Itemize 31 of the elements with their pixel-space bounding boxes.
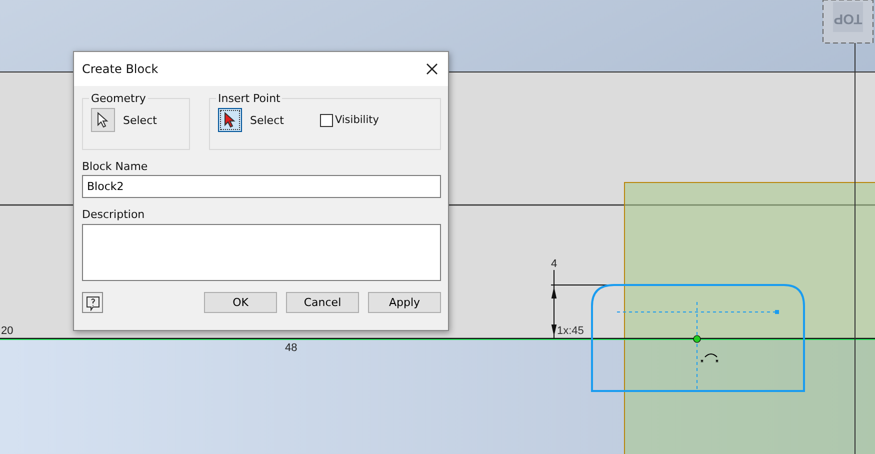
dimension-label: 4 <box>551 258 558 270</box>
block-name-field[interactable]: Block2 <box>82 175 441 198</box>
select-label: Select <box>123 114 157 126</box>
visibility-checkbox[interactable] <box>320 114 333 126</box>
dimension-label: 20 <box>1 325 14 337</box>
insert-point-marker <box>693 335 701 343</box>
sketch-point <box>775 310 779 314</box>
select-button[interactable] <box>218 108 242 132</box>
ok-button[interactable]: OK <box>204 292 277 313</box>
apply-button[interactable]: Apply <box>368 292 441 313</box>
close-button[interactable] <box>424 61 440 77</box>
description-field[interactable] <box>82 224 441 281</box>
group-label: Insert Point <box>217 92 282 105</box>
cancel-button[interactable]: Cancel <box>286 292 359 313</box>
help-icon <box>84 294 100 310</box>
view-cube-label: TOP <box>834 11 862 28</box>
select-label: Select <box>250 114 284 126</box>
select-button[interactable] <box>91 108 115 132</box>
close-icon <box>426 63 438 75</box>
chamfer-label: 1x:45 <box>557 325 584 337</box>
cursor-icon <box>224 112 236 128</box>
cursor-icon <box>97 112 109 128</box>
dimension-label: 48 <box>285 342 298 354</box>
dialog-title: Create Block <box>82 62 160 76</box>
rotate-cursor-icon <box>700 354 718 362</box>
description-label: Description <box>82 208 146 221</box>
visibility-label: Visibility <box>334 114 379 126</box>
block-name-label: Block Name <box>82 160 149 173</box>
help-button[interactable] <box>82 292 103 313</box>
group-label: Geometry <box>90 92 147 105</box>
view-cube[interactable] <box>822 0 874 44</box>
